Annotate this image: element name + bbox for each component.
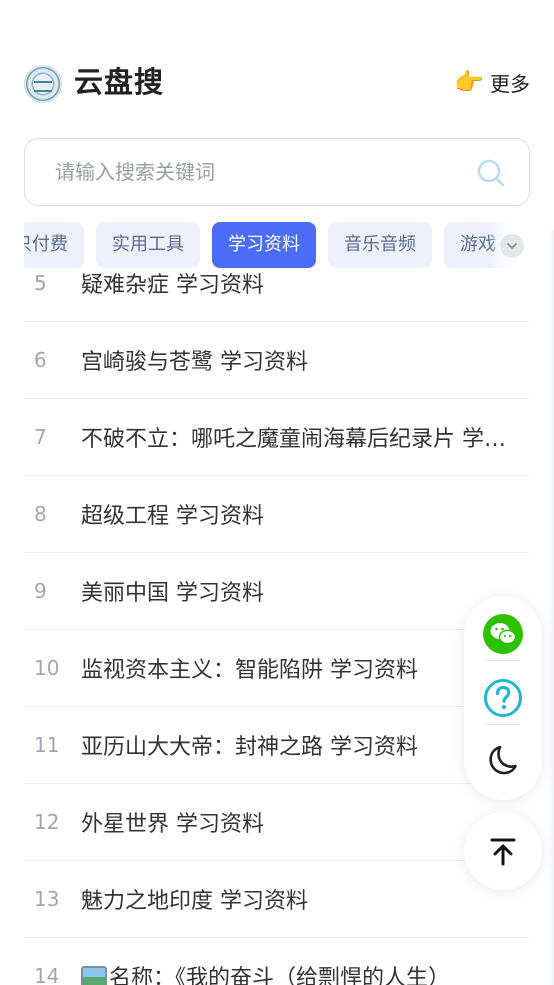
- list-item[interactable]: 7 不破不立：哪吒之魔童闹海幕后纪录片 学习资料: [24, 399, 529, 476]
- item-number: 12: [34, 810, 60, 834]
- more-button[interactable]: 👉 更多: [454, 68, 530, 96]
- item-number: 8: [34, 502, 47, 526]
- item-title[interactable]: 宫崎骏与苍鹭 学习资料: [81, 344, 511, 376]
- list-item[interactable]: 8 超级工程 学习资料: [24, 476, 529, 553]
- picture-icon: [81, 966, 107, 985]
- item-number: 5: [34, 271, 47, 295]
- list-item[interactable]: 10 监视资本主义：智能陷阱 学习资料: [24, 630, 529, 707]
- result-list: 5 疑难杂症 学习资料 6 宫崎骏与苍鹭 学习资料 7 不破不立：哪吒之魔童闹海幕后纪录片…: [24, 245, 529, 985]
- item-title-text: 亚历山大大帝：封神之路 学习资料: [81, 735, 418, 760]
- item-title-text: 美丽中国 学习资料: [81, 581, 264, 606]
- back-to-top-button[interactable]: [464, 812, 542, 890]
- wechat-button[interactable]: [483, 614, 523, 654]
- moon-icon: [489, 745, 517, 775]
- help-button[interactable]: [483, 678, 523, 718]
- item-title-text: 疑难杂症 学习资料: [81, 273, 264, 298]
- item-title-text: 超级工程 学习资料: [81, 504, 264, 529]
- wechat-icon: [483, 614, 523, 654]
- more-label: 更多: [490, 71, 530, 96]
- item-title[interactable]: 魅力之地印度 学习资料: [81, 883, 511, 915]
- item-title[interactable]: 名称：《我的奋斗（给剽悍的人生）: [81, 960, 511, 985]
- search-icon: [477, 159, 505, 187]
- item-number: 9: [34, 579, 47, 603]
- search-box: [24, 138, 530, 206]
- item-number: 7: [34, 425, 47, 449]
- item-number: 6: [34, 348, 47, 372]
- list-item[interactable]: 11 亚历山大大帝：封神之路 学习资料: [24, 707, 529, 784]
- item-title-text: 监视资本主义：智能陷阱 学习资料: [81, 658, 418, 683]
- pointing-hand-icon: 👉: [454, 68, 484, 96]
- header: 云盘搜 👉 更多: [24, 62, 530, 103]
- list-item[interactable]: 9 美丽中国 学习资料: [24, 553, 529, 630]
- list-item[interactable]: 14 名称：《我的奋斗（给剽悍的人生）: [24, 938, 529, 985]
- list-item[interactable]: 5 疑难杂症 学习资料: [24, 245, 529, 322]
- arrow-up-to-top-icon: [490, 838, 516, 866]
- item-title[interactable]: 亚历山大大帝：封神之路 学习资料: [81, 729, 511, 761]
- floating-toolbar: [464, 596, 542, 800]
- item-number: 10: [34, 656, 60, 680]
- list-item[interactable]: 12 外星世界 学习资料: [24, 784, 529, 861]
- item-title-text: 外星世界 学习资料: [81, 812, 264, 837]
- dark-mode-toggle[interactable]: [483, 740, 523, 780]
- search-input[interactable]: [55, 139, 455, 205]
- item-title-text: 不破不立：哪吒之魔童闹海幕后纪录片 学习资料: [81, 427, 511, 452]
- item-title[interactable]: 疑难杂症 学习资料: [81, 267, 511, 299]
- site-logo[interactable]: [24, 65, 62, 103]
- item-title-text: 魅力之地印度 学习资料: [81, 889, 308, 914]
- site-title[interactable]: 云盘搜: [74, 62, 164, 102]
- help-icon: [484, 679, 522, 717]
- item-title[interactable]: 外星世界 学习资料: [81, 806, 511, 838]
- item-title[interactable]: 不破不立：哪吒之魔童闹海幕后纪录片 学习资料: [81, 421, 511, 453]
- item-number: 11: [34, 733, 60, 757]
- item-title-text: 宫崎骏与苍鹭 学习资料: [81, 350, 308, 375]
- item-number: 13: [34, 887, 60, 911]
- item-title-text: 名称：《我的奋斗（给剽悍的人生）: [109, 966, 451, 985]
- list-item[interactable]: 6 宫崎骏与苍鹭 学习资料: [24, 322, 529, 399]
- item-number: 14: [34, 964, 60, 985]
- list-item[interactable]: 13 魅力之地印度 学习资料: [24, 861, 529, 938]
- search-button[interactable]: [475, 157, 507, 189]
- item-title[interactable]: 监视资本主义：智能陷阱 学习资料: [81, 652, 511, 684]
- item-title[interactable]: 美丽中国 学习资料: [81, 575, 511, 607]
- item-title[interactable]: 超级工程 学习资料: [81, 498, 511, 530]
